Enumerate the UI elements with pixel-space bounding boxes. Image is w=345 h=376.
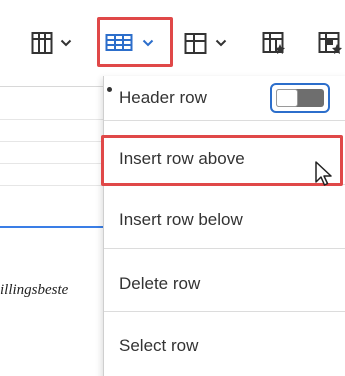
doc-selection-line (0, 226, 106, 228)
active-tool-highlight (97, 17, 173, 67)
cell-properties-icon (318, 32, 342, 54)
doc-italic-text: illingsbeste (0, 282, 69, 298)
mouse-cursor-icon (315, 161, 332, 186)
delete-row-item[interactable]: Delete row (104, 264, 345, 304)
chevron-down-icon (215, 39, 227, 47)
table-cell-button[interactable] (184, 27, 227, 59)
doc-table-line (0, 141, 106, 142)
table-columns-icon (31, 32, 53, 54)
toggle-track (276, 89, 324, 107)
select-row-item[interactable]: Select row (104, 326, 345, 366)
bullet-icon (107, 87, 112, 92)
screenshot-stage: illingsbeste Header row Insert row above… (0, 0, 345, 376)
chevron-down-icon (60, 39, 72, 47)
table-properties-button[interactable] (262, 27, 286, 59)
row-menu: Header row Insert row above Insert row b… (103, 76, 345, 376)
menu-separator (104, 120, 345, 121)
menu-separator (104, 248, 345, 249)
header-row-toggle[interactable] (270, 83, 330, 113)
table-toolbar (0, 0, 345, 87)
cell-properties-button[interactable] (318, 27, 344, 59)
insert-row-below-item[interactable]: Insert row below (104, 200, 345, 240)
toggle-knob (276, 89, 298, 107)
header-row-label: Header row (119, 88, 207, 107)
table-cell-icon (184, 33, 207, 54)
doc-table-line (0, 119, 106, 120)
doc-table-line (0, 163, 106, 164)
delete-row-label: Delete row (119, 274, 201, 293)
menu-separator (104, 311, 345, 312)
table-columns-button[interactable] (31, 27, 72, 59)
insert-row-below-label: Insert row below (119, 210, 243, 229)
table-properties-icon (262, 32, 285, 54)
select-row-label: Select row (119, 336, 199, 355)
doc-table-line (0, 185, 106, 186)
insert-row-above-highlight (101, 135, 343, 186)
header-row-item[interactable]: Header row (104, 78, 345, 118)
